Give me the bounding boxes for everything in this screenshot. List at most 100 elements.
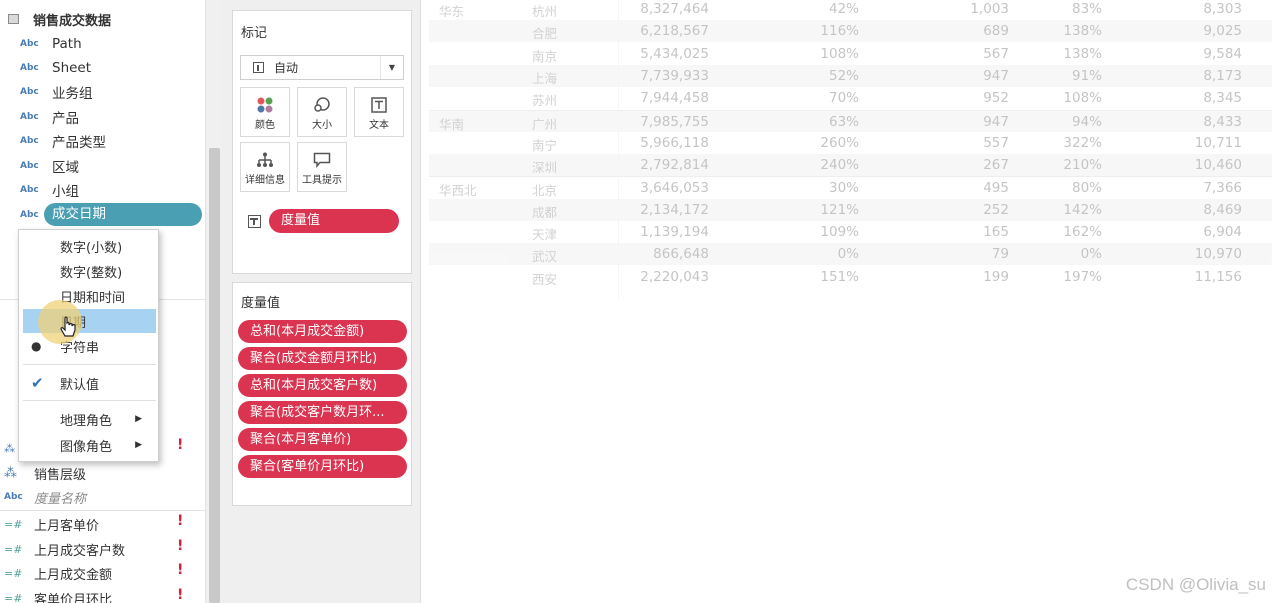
field-region[interactable]: Abc 区域	[20, 155, 79, 177]
warning-icon: !	[177, 562, 184, 578]
menu-item-decimal[interactable]: 数字(小数)	[23, 234, 156, 258]
measure-pill[interactable]: 聚合(成交金额月环比)	[238, 347, 407, 370]
scrollbar-thumb[interactable]	[209, 148, 220, 603]
measure-values-pill[interactable]: 度量值	[269, 209, 399, 233]
button-label: 文本	[369, 120, 389, 131]
measure-pill[interactable]: 总和(本月成交金额)	[238, 320, 407, 343]
string-type-icon: Abc	[20, 185, 39, 195]
menu-item-label: 默认值	[60, 377, 100, 393]
region-cell: 华南	[439, 116, 465, 132]
value-cell: 947	[983, 113, 1009, 130]
marks-card-title: 标记	[241, 26, 268, 41]
value-cell: 10,711	[1194, 134, 1242, 151]
field-team[interactable]: Abc 小组	[20, 179, 79, 201]
watermark: CSDN @Olivia_su	[1125, 575, 1266, 594]
text-button[interactable]: 文本	[354, 87, 404, 137]
value-cell: 267	[983, 157, 1009, 174]
datasource-name: 销售成交数据	[33, 13, 112, 29]
color-button[interactable]: 颜色	[240, 87, 290, 137]
value-cell: 10,460	[1194, 157, 1242, 174]
field-last-month-amount[interactable]: =# 上月成交金额	[4, 562, 112, 584]
value-cell: 3,646,053	[640, 180, 709, 197]
region-cell: 华东	[439, 4, 465, 19]
value-cell: 138%	[1063, 23, 1102, 40]
field-product[interactable]: Abc 产品	[20, 106, 79, 128]
city-cell: 合肥	[532, 26, 558, 42]
value-cell: 7,944,458	[640, 90, 709, 107]
value-cell: 5,966,118	[640, 134, 709, 151]
value-cell: 495	[983, 180, 1009, 197]
table-row: 华东 杭州 8,327,464 42% 1,003 83% 8,303	[429, 0, 1272, 20]
measure-pill[interactable]: 总和(本月成交客户数)	[238, 374, 407, 397]
menu-item-default[interactable]: ✔ 默认值	[23, 371, 156, 395]
tooltip-icon	[298, 149, 346, 171]
value-cell: 151%	[820, 268, 859, 285]
calc-number-icon: =#	[4, 566, 23, 580]
field-measure-names[interactable]: Abc 度量名称	[4, 486, 86, 508]
field-path[interactable]: Abc Path	[20, 33, 82, 55]
measure-pill[interactable]: 聚合(成交客户数月环...	[238, 401, 407, 424]
value-cell: 197%	[1063, 268, 1102, 285]
field-label: 业务组	[52, 86, 93, 102]
field-label: 区域	[52, 160, 79, 176]
menu-item-image-role[interactable]: 图像角色 ▶	[23, 433, 156, 457]
size-button[interactable]: 大小	[297, 87, 347, 137]
field-label: 上月成交金额	[34, 567, 113, 583]
table-row: 华南 广州 7,985,755 63% 947 94% 8,433	[429, 109, 1272, 132]
selected-bullet-icon: ●	[31, 339, 42, 353]
size-icon	[298, 94, 346, 116]
data-pane-scrollbar[interactable]	[205, 0, 222, 603]
tooltip-button[interactable]: 工具提示	[297, 142, 347, 192]
button-label: 详细信息	[245, 175, 285, 186]
marks-text-encoding: 度量值	[248, 209, 399, 233]
value-cell: 8,327,464	[640, 1, 709, 17]
value-cell: 6,218,567	[640, 23, 709, 40]
menu-item-geographic-role[interactable]: 地理角色 ▶	[23, 407, 156, 431]
value-cell: 199	[983, 268, 1009, 285]
value-cell: 142%	[1063, 201, 1102, 218]
table-row: 武汉 866,648 0% 79 0% 10,970	[429, 243, 1272, 266]
datasource-header[interactable]: 销售成交数据	[8, 9, 111, 29]
field-deal-date-selected[interactable]: 成交日期	[44, 203, 202, 226]
section-divider	[0, 510, 205, 511]
measure-pill[interactable]: 聚合(客单价月环比)	[238, 455, 407, 478]
city-cell: 西安	[532, 271, 558, 287]
region-cell: 华西北	[439, 183, 477, 199]
table-row: 华西北 北京 3,646,053 30% 495 80% 7,366	[429, 176, 1272, 198]
menu-item-string[interactable]: ● 字符串	[23, 334, 156, 358]
menu-item-integer[interactable]: 数字(整数)	[23, 259, 156, 283]
value-cell: 9,584	[1203, 45, 1242, 62]
field-unit-price-mom[interactable]: =# 客单价月环比	[4, 587, 112, 603]
value-cell: 83%	[1071, 1, 1102, 17]
field-sheet[interactable]: Abc Sheet	[20, 57, 91, 79]
field-label: Path	[52, 36, 82, 52]
measure-pill[interactable]: 聚合(本月客单价)	[238, 428, 407, 451]
button-label: 大小	[312, 120, 332, 131]
field-product-type[interactable]: Abc 产品类型	[20, 130, 106, 152]
value-cell: 8,433	[1203, 113, 1242, 130]
hand-cursor-icon	[60, 316, 76, 337]
calc-number-icon: =#	[4, 591, 23, 603]
field-last-month-customers[interactable]: =# 上月成交客户数	[4, 538, 125, 560]
measure-values-card: 度量值 总和(本月成交金额) 聚合(成交金额月环比) 总和(本月成交客户数) 聚…	[232, 282, 412, 506]
city-cell: 北京	[532, 183, 558, 199]
menu-item-datetime[interactable]: 日期和时间	[23, 284, 156, 308]
mark-type-value: 自动	[274, 61, 299, 75]
city-cell: 成都	[532, 204, 558, 220]
field-last-month-unit-price[interactable]: =# 上月客单价	[4, 513, 99, 535]
field-business-group[interactable]: Abc 业务组	[20, 81, 93, 103]
marks-card: 标记 自动 ▼ 颜色 大小 文本 详细信息 工具提示 度量值	[232, 10, 412, 274]
field-label: 上月成交客户数	[34, 543, 126, 559]
city-cell: 南京	[532, 48, 558, 64]
value-cell: 7,739,933	[640, 67, 709, 84]
value-cell: 8,469	[1203, 201, 1242, 218]
detail-button[interactable]: 详细信息	[240, 142, 290, 192]
mark-type-dropdown[interactable]: 自动 ▼	[240, 55, 404, 80]
hierarchy-icon: ⁂	[4, 465, 17, 481]
field-sales-hierarchy[interactable]: ⁂ 销售层级	[4, 462, 86, 484]
string-type-icon: Abc	[20, 39, 39, 49]
value-cell: 260%	[820, 134, 859, 151]
value-cell: 79	[991, 246, 1009, 263]
text-mark-icon	[253, 62, 264, 73]
value-cell: 7,366	[1203, 180, 1242, 197]
